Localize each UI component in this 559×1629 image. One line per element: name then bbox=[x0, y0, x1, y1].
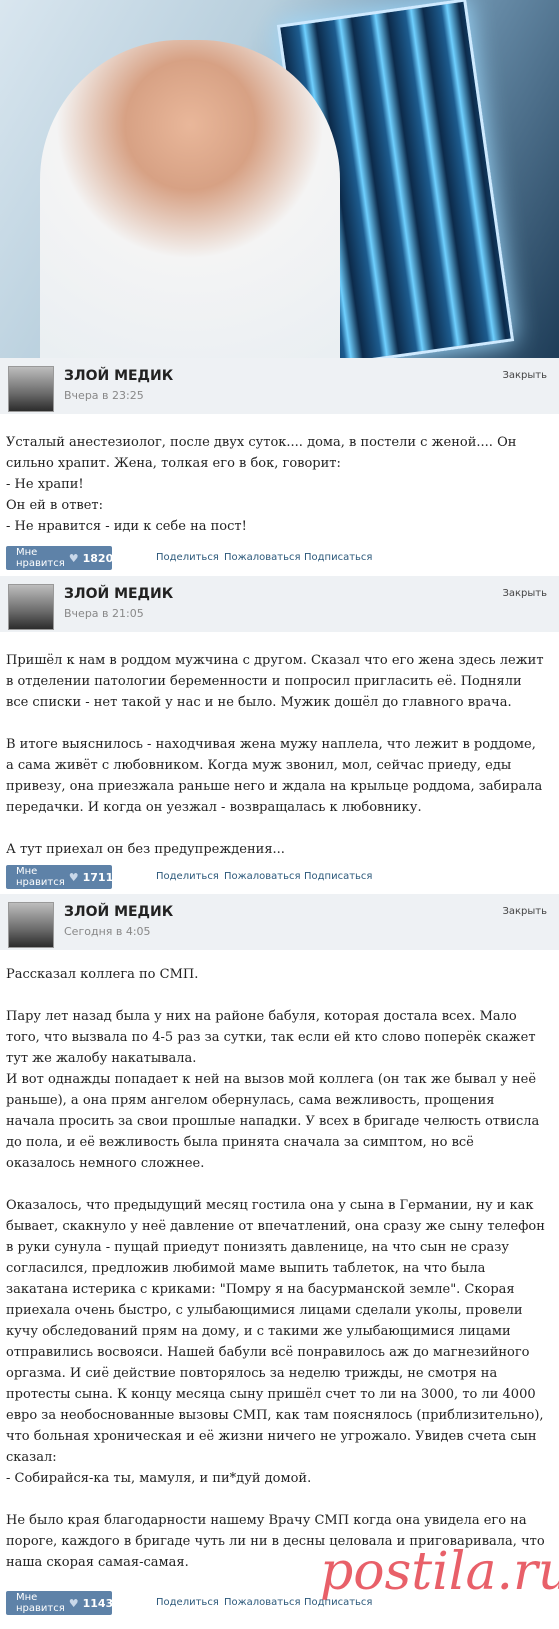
like-button[interactable]: Мне нравится ♥ 1711 bbox=[6, 865, 114, 889]
paragraph: Усталый анестезиолог, после двух суток..… bbox=[6, 435, 517, 534]
paragraph: А тут приехал он без предупреждения... bbox=[6, 842, 285, 857]
avatar[interactable] bbox=[8, 902, 54, 948]
post-1: ЗЛОЙ МЕДИК Вчера в 23:25 Закрыть Усталый… bbox=[0, 358, 559, 576]
report-link[interactable]: Пожаловаться bbox=[224, 871, 301, 882]
like-button[interactable]: Мне нравится ♥ 1820 bbox=[6, 546, 114, 570]
post-3: ЗЛОЙ МЕДИК Сегодня в 4:05 Закрыть Расска… bbox=[0, 894, 559, 1629]
close-button[interactable]: Закрыть bbox=[502, 370, 547, 381]
post-text: Усталый анестезиолог, после двух суток..… bbox=[6, 432, 546, 558]
like-count: 1143 bbox=[82, 1596, 114, 1610]
watermark-logo: postila.ru bbox=[320, 1542, 559, 1602]
report-link[interactable]: Пожаловаться bbox=[224, 552, 301, 563]
author-name[interactable]: ЗЛОЙ МЕДИК bbox=[64, 586, 173, 602]
like-label: Мне нравится bbox=[16, 866, 65, 888]
like-count: 1711 bbox=[82, 870, 114, 884]
post-2: ЗЛОЙ МЕДИК Вчера в 21:05 Закрыть Пришёл … bbox=[0, 576, 559, 892]
post-header: ЗЛОЙ МЕДИК Вчера в 23:25 Закрыть bbox=[0, 358, 559, 414]
paragraph: Пришёл к нам в роддом мужчина с другом. … bbox=[6, 653, 544, 710]
post-time[interactable]: Вчера в 23:25 bbox=[64, 389, 144, 402]
post-text: Пришёл к нам в роддом мужчина с другом. … bbox=[6, 650, 546, 881]
post-text: Рассказал коллега по СМП. Пару лет назад… bbox=[6, 964, 546, 1594]
close-button[interactable]: Закрыть bbox=[502, 588, 547, 599]
close-button[interactable]: Закрыть bbox=[502, 906, 547, 917]
share-link[interactable]: Поделиться bbox=[156, 552, 219, 563]
report-link[interactable]: Пожаловаться bbox=[224, 1597, 301, 1608]
author-name[interactable]: ЗЛОЙ МЕДИК bbox=[64, 368, 173, 384]
heart-icon: ♥ bbox=[68, 551, 79, 565]
heart-icon: ♥ bbox=[68, 870, 79, 884]
heart-icon: ♥ bbox=[68, 1596, 79, 1610]
share-link[interactable]: Поделиться bbox=[156, 1597, 219, 1608]
subscribe-link[interactable]: Подписаться bbox=[304, 871, 372, 882]
post-header: ЗЛОЙ МЕДИК Вчера в 21:05 Закрыть bbox=[0, 576, 559, 632]
like-button[interactable]: Мне нравится ♥ 1143 bbox=[6, 1591, 114, 1615]
paragraph: Оказалось, что предыдущий месяц гостила … bbox=[6, 1198, 545, 1486]
like-count: 1820 bbox=[82, 551, 114, 565]
avatar[interactable] bbox=[8, 366, 54, 412]
share-link[interactable]: Поделиться bbox=[156, 871, 219, 882]
doctor-figure bbox=[40, 40, 340, 372]
like-label: Мне нравится bbox=[16, 547, 65, 569]
hero-photo bbox=[0, 0, 559, 372]
post-header: ЗЛОЙ МЕДИК Сегодня в 4:05 Закрыть bbox=[0, 894, 559, 950]
paragraph: Рассказал коллега по СМП. bbox=[6, 967, 199, 982]
like-label: Мне нравится bbox=[16, 1592, 65, 1614]
post-time[interactable]: Сегодня в 4:05 bbox=[64, 925, 151, 938]
subscribe-link[interactable]: Подписаться bbox=[304, 552, 372, 563]
author-name[interactable]: ЗЛОЙ МЕДИК bbox=[64, 904, 173, 920]
post-time[interactable]: Вчера в 21:05 bbox=[64, 607, 144, 620]
paragraph: Пару лет назад была у них на районе бабу… bbox=[6, 1009, 540, 1171]
paragraph: В итоге выяснилось - находчивая жена муж… bbox=[6, 737, 543, 815]
avatar[interactable] bbox=[8, 584, 54, 630]
